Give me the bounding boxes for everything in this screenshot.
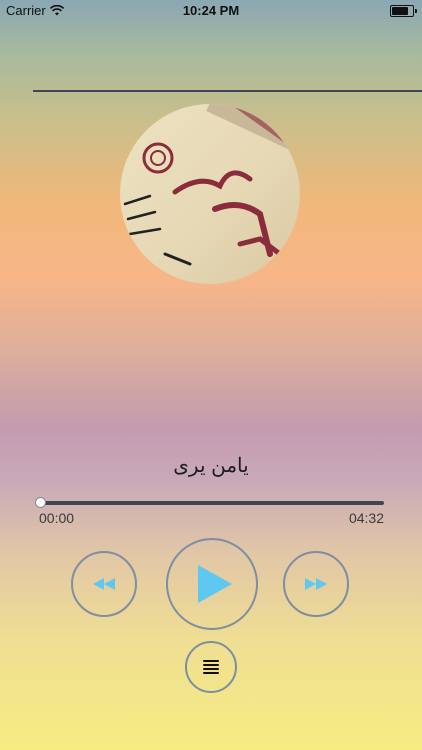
status-time: 10:24 PM — [182, 3, 240, 18]
play-button[interactable] — [166, 538, 258, 630]
header-divider — [33, 90, 422, 92]
fast-forward-button[interactable] — [283, 551, 349, 617]
track-title: يامن يرى — [173, 455, 249, 477]
total-time: 04:32 — [348, 510, 384, 526]
menu-icon — [203, 660, 219, 674]
play-icon — [198, 565, 232, 603]
battery-fill — [392, 7, 409, 15]
elapsed-time: 00:00 — [39, 510, 75, 526]
status-bar: Carrier 10:24 PM — [0, 0, 422, 22]
progress-slider[interactable] — [35, 497, 384, 508]
progress-thumb[interactable] — [35, 497, 46, 508]
battery-icon — [390, 5, 417, 17]
rewind-button[interactable] — [71, 551, 137, 617]
album-art-image — [120, 104, 300, 284]
rewind-icon — [93, 578, 115, 590]
fast-forward-icon — [305, 578, 327, 590]
album-art — [120, 104, 300, 284]
playlist-menu-button[interactable] — [185, 641, 237, 693]
